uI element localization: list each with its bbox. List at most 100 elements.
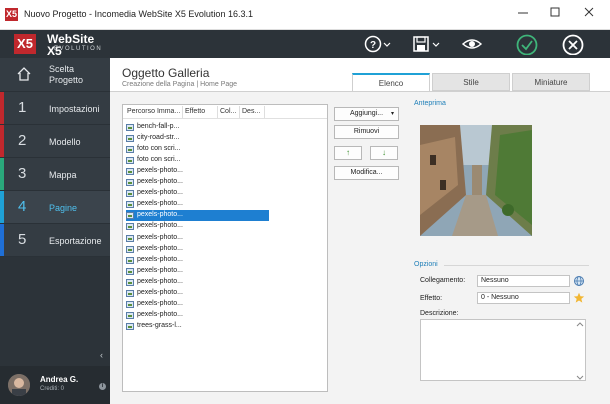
save-dropdown-button[interactable] — [410, 33, 442, 55]
image-file-icon — [126, 322, 134, 330]
list-item[interactable]: city-road-str... — [126, 133, 268, 144]
logo-name: WebSite X5 — [47, 32, 95, 58]
sidebar-item-label: Pagine — [49, 203, 78, 213]
edit-button[interactable]: Modifica... — [334, 166, 399, 180]
list-item-label: bench-fall-p... — [137, 123, 180, 130]
list-item[interactable]: pexels-photo... — [126, 277, 268, 288]
sidebar-item-pages[interactable]: 4 Pagine — [0, 191, 110, 224]
info-icon[interactable]: i — [99, 383, 106, 390]
tab-style[interactable]: Stile — [432, 73, 510, 91]
list-item[interactable]: pexels-photo... — [126, 310, 268, 321]
list-item-label: pexels-photo... — [137, 167, 183, 175]
confirm-check-button[interactable] — [515, 33, 539, 55]
maximize-button[interactable] — [540, 4, 570, 24]
list-item-label: pexels-photo... — [137, 277, 183, 285]
image-file-icon — [126, 245, 134, 253]
image-file-icon — [126, 179, 134, 187]
sidebar-item-label: Scelta — [49, 64, 75, 74]
list-item[interactable]: pexels-photo... — [126, 288, 268, 299]
sidebar-item-project[interactable]: Scelta Progetto — [0, 58, 110, 92]
image-file-icon — [126, 168, 134, 176]
list-item[interactable]: pexels-photo... — [126, 188, 268, 199]
column-divider — [264, 106, 265, 118]
list-item[interactable]: pexels-photo... — [126, 255, 268, 266]
effect-edit-button[interactable] — [572, 292, 586, 304]
list-item[interactable]: pexels-photo... — [126, 244, 268, 255]
sidebar-item-label: Progetto — [49, 75, 84, 85]
list-item[interactable]: pexels-photo... — [126, 177, 268, 188]
list-header: Percorso Imma... Effetto Col... Des... — [123, 105, 327, 119]
sidebar-item-settings[interactable]: 1 Impostazioni — [0, 92, 110, 125]
arrow-up-icon: ↑ — [346, 148, 350, 157]
minimize-button[interactable] — [508, 4, 538, 24]
sidebar-item-label: Modello — [49, 137, 81, 147]
image-file-icon — [126, 190, 134, 198]
close-button[interactable] — [574, 4, 604, 24]
user-credits: Crediti: 0 — [40, 386, 65, 392]
link-field[interactable]: Nessuno — [477, 275, 570, 287]
column-header-description[interactable]: Des... — [242, 108, 260, 115]
sidebar-item-label: Mappa — [49, 170, 77, 180]
list-item[interactable]: pexels-photo... — [126, 199, 268, 210]
list-item[interactable]: pexels-photo... — [126, 233, 268, 244]
list-item-label: pexels-photo... — [137, 299, 183, 307]
scrollbar[interactable] — [576, 321, 584, 381]
image-file-icon — [126, 124, 134, 131]
image-file-icon — [126, 300, 134, 308]
image-file-icon — [126, 256, 134, 264]
move-down-button[interactable]: ↓ — [370, 146, 398, 160]
link-edit-button[interactable] — [572, 275, 586, 287]
logo-mark: X5 — [14, 34, 36, 54]
image-file-icon — [126, 223, 134, 231]
avatar[interactable] — [8, 374, 30, 396]
list-item[interactable]: trees-grass-l... — [126, 321, 268, 332]
link-label: Collegamento: — [420, 277, 466, 284]
column-divider — [217, 106, 218, 118]
list-item[interactable]: pexels-photo... — [126, 266, 268, 277]
list-item[interactable]: bench-fall-p... — [126, 122, 268, 133]
move-up-button[interactable]: ↑ — [334, 146, 362, 160]
effect-field[interactable]: 0 - Nessuno — [477, 292, 570, 304]
column-header-effect[interactable]: Effetto — [185, 108, 205, 115]
title-bar: X5 Nuovo Progetto - Incomedia WebSite X5… — [0, 0, 610, 30]
sidebar-item-map[interactable]: 3 Mappa — [0, 158, 110, 191]
sidebar-item-number: 1 — [18, 99, 27, 116]
list-item[interactable]: pexels-photo... — [126, 221, 268, 232]
column-header-path[interactable]: Percorso Imma... — [127, 108, 180, 115]
list-item[interactable]: foto con scri... — [126, 155, 268, 166]
tab-list[interactable]: Elenco — [352, 73, 430, 91]
nav-accent-bar — [0, 125, 4, 157]
tab-thumbnails[interactable]: Miniature — [512, 73, 590, 91]
preview-section-label: Anteprima — [414, 100, 446, 107]
add-button[interactable]: Aggiungi... ▾ — [334, 107, 399, 121]
sidebar: X5 WebSite X5 EVOLUTION Scelta Progetto … — [0, 30, 110, 404]
help-dropdown-button[interactable]: ? — [362, 33, 392, 55]
list-item-label: pexels-photo... — [137, 222, 183, 230]
list-item[interactable]: pexels-photo... — [126, 210, 269, 222]
list-item[interactable]: pexels-photo... — [126, 299, 268, 310]
street-photo-icon — [420, 125, 532, 236]
image-file-icon — [126, 212, 134, 220]
home-icon — [17, 67, 31, 81]
options-divider — [444, 265, 589, 266]
image-file-icon — [126, 289, 134, 297]
list-item-label: pexels-photo... — [137, 189, 183, 197]
description-textarea[interactable] — [420, 319, 586, 381]
close-icon — [584, 7, 594, 17]
remove-button[interactable]: Rimuovi — [334, 125, 399, 139]
cancel-x-button[interactable] — [561, 33, 585, 55]
image-file-icon — [126, 278, 134, 286]
collapse-sidebar-button[interactable]: ‹ — [100, 350, 103, 360]
window-title: Nuovo Progetto - Incomedia WebSite X5 Ev… — [24, 9, 253, 19]
list-item-label: pexels-photo... — [137, 288, 183, 296]
image-file-icon — [126, 146, 134, 154]
nav-accent-bar — [0, 224, 4, 256]
sidebar-item-template[interactable]: 2 Modello — [0, 125, 110, 158]
list-item[interactable]: foto con scri... — [126, 144, 268, 155]
column-header-link[interactable]: Col... — [220, 108, 236, 115]
list-item[interactable]: pexels-photo... — [126, 166, 268, 177]
sidebar-item-export[interactable]: 5 Esportazione — [0, 224, 110, 257]
preview-eye-button[interactable] — [460, 33, 484, 55]
star-icon — [573, 292, 585, 303]
image-list[interactable]: Percorso Imma... Effetto Col... Des... b… — [122, 104, 328, 392]
